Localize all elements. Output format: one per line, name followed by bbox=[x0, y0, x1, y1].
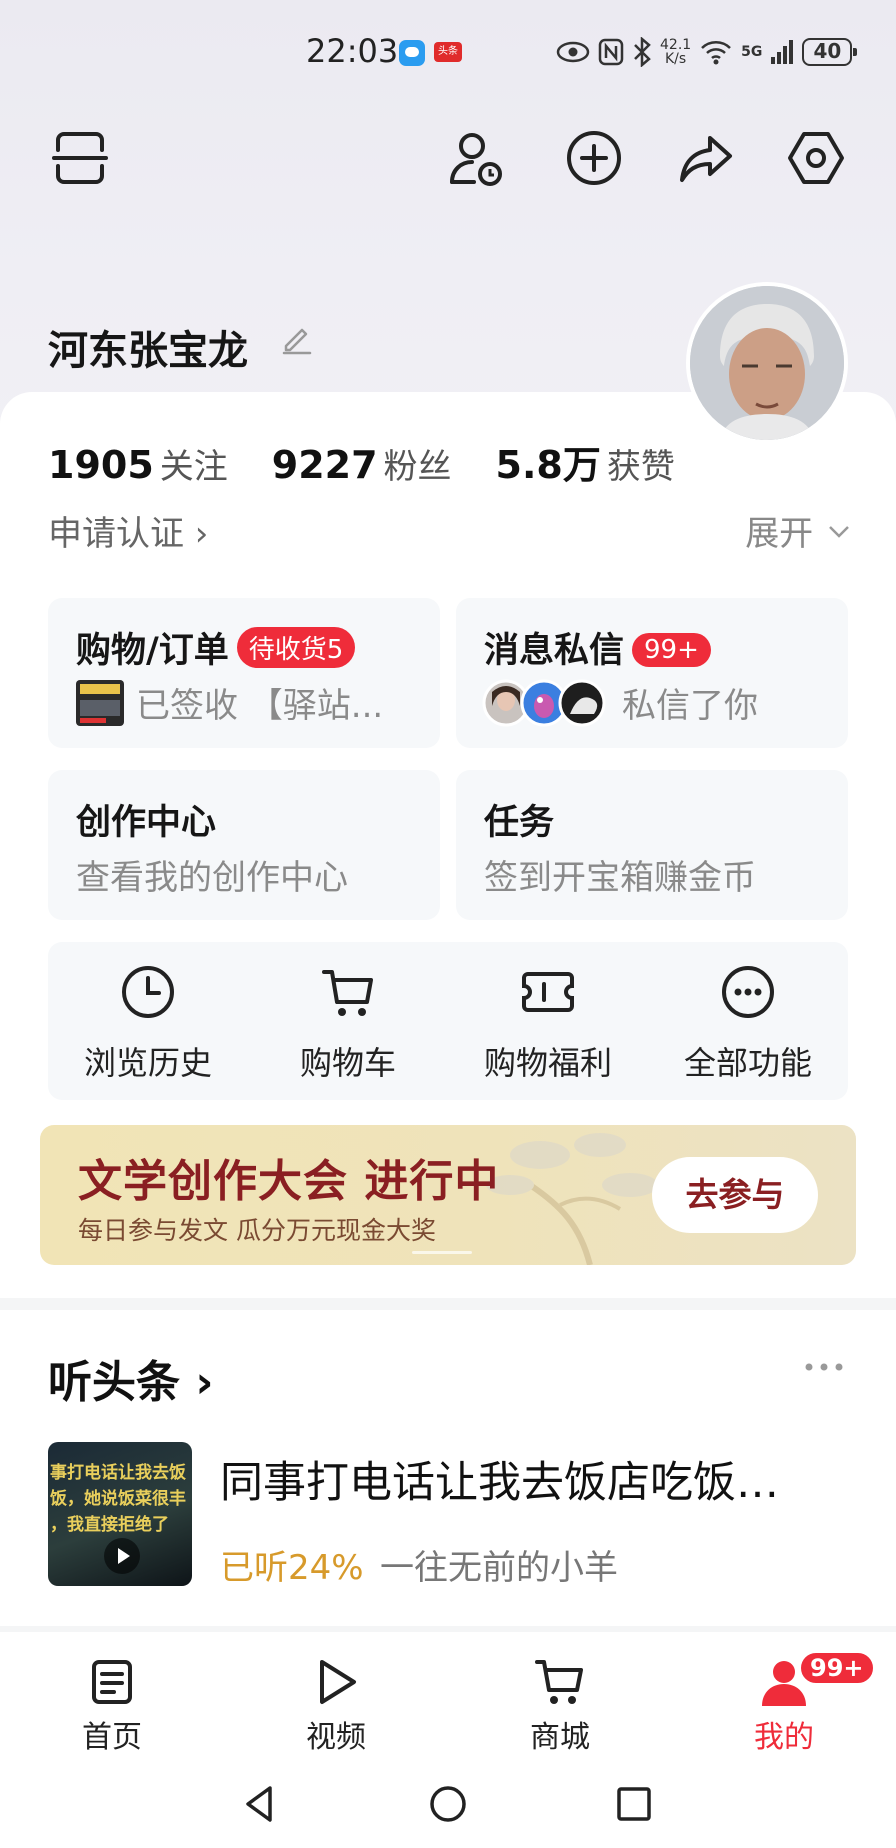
tasks-title: 任务 bbox=[484, 803, 555, 843]
quick-action-label: 购物车 bbox=[299, 1044, 396, 1082]
nav-mall[interactable]: 商城 bbox=[490, 1656, 630, 1756]
quick-action-label: 购物福利 bbox=[483, 1044, 612, 1082]
messages-preview: 私信了你 bbox=[622, 686, 758, 726]
nav-me-badge: 99+ bbox=[798, 1650, 876, 1686]
orders-status: 已签收 【驿站... bbox=[136, 686, 384, 726]
quick-action-label: 全部功能 bbox=[683, 1044, 812, 1082]
pending-delivery-badge: 待收货5 bbox=[236, 627, 356, 668]
quick-action-history[interactable]: 浏览历史 bbox=[48, 964, 248, 1084]
messages-tile[interactable]: 消息私信 99+ 私信了你 bbox=[456, 598, 848, 748]
join-button[interactable]: 去参与 bbox=[652, 1157, 818, 1233]
nav-video[interactable]: 视频 bbox=[266, 1656, 406, 1756]
toutiao-app-icon: 头条 bbox=[434, 42, 462, 62]
section-divider bbox=[0, 1298, 896, 1310]
home-doc-icon bbox=[92, 1660, 132, 1704]
chevron-down-icon bbox=[829, 526, 849, 538]
cart-icon bbox=[322, 970, 373, 1016]
audio-thumbnail[interactable]: 事打电话让我去饭 饭，她说饭菜很丰 ，我直接拒绝了 bbox=[48, 1442, 192, 1586]
quick-action-welfare[interactable]: 购物福利 bbox=[448, 964, 648, 1084]
home-icon[interactable] bbox=[424, 1780, 472, 1828]
stat-likes[interactable]: 5.8万 获赞 bbox=[496, 434, 675, 489]
clock-icon bbox=[122, 966, 174, 1018]
bluetooth-icon bbox=[634, 37, 651, 67]
recents-icon[interactable] bbox=[610, 1780, 658, 1828]
listen-section-title[interactable]: 听头条 › bbox=[48, 1346, 213, 1410]
net-speed: 42.1 K/s bbox=[660, 37, 692, 67]
creator-center-tile[interactable]: 创作中心 查看我的创作中心 bbox=[48, 770, 440, 920]
expand-label: 展开 bbox=[745, 514, 814, 554]
banner-title: 文学创作大会 进行中 bbox=[78, 1156, 500, 1207]
audio-author: 一往无前的小羊 bbox=[380, 1548, 618, 1588]
avatar[interactable] bbox=[686, 282, 848, 444]
messages-badge: 99+ bbox=[632, 633, 711, 667]
thumbnail-caption: 事打电话让我去饭 饭，她说饭菜很丰 ，我直接拒绝了 bbox=[50, 1463, 186, 1535]
stat-followers[interactable]: 9227 粉丝 bbox=[272, 439, 452, 488]
more-options-icon[interactable] bbox=[804, 1362, 844, 1372]
avatar-portrait bbox=[690, 286, 844, 440]
quick-action-all-features[interactable]: 全部功能 bbox=[648, 964, 848, 1084]
creator-center-title: 创作中心 bbox=[76, 803, 217, 843]
edit-icon[interactable] bbox=[280, 322, 314, 356]
nav-me[interactable]: 99+ 我的 bbox=[714, 1650, 876, 1756]
nav-label: 我的 bbox=[754, 1720, 814, 1755]
bottom-nav: 首页 视频 商城 99+ 我的 bbox=[0, 1632, 896, 1758]
play-icon bbox=[320, 1660, 356, 1704]
nav-label: 商城 bbox=[530, 1720, 590, 1755]
nav-home[interactable]: 首页 bbox=[42, 1656, 182, 1756]
apply-verification-link[interactable]: 申请认证 › bbox=[48, 506, 208, 555]
expand-toggle[interactable]: 展开 bbox=[745, 506, 850, 555]
signal-icon bbox=[771, 40, 794, 64]
banner-subtitle: 每日参与发文 瓜分万元现金大奖 bbox=[78, 1216, 436, 1245]
profile-stats: 1905 关注 9227 粉丝 5.8万 获赞 bbox=[48, 434, 675, 489]
order-product-thumbnail bbox=[76, 680, 124, 726]
play-icon[interactable] bbox=[104, 1538, 140, 1574]
plus-circle-icon[interactable] bbox=[564, 128, 624, 188]
eye-icon bbox=[556, 41, 590, 63]
nfc-icon bbox=[598, 38, 624, 66]
scan-icon[interactable] bbox=[50, 128, 110, 188]
wifi-icon bbox=[701, 41, 732, 65]
add-friend-icon[interactable] bbox=[446, 128, 506, 188]
listen-progress: 已听24% bbox=[220, 1548, 364, 1588]
quick-actions: 浏览历史 购物车 购物福利 全部功能 bbox=[48, 942, 848, 1100]
tasks-tile[interactable]: 任务 签到开宝箱赚金币 bbox=[456, 770, 848, 920]
status-right: 42.1 K/s 5G 40 bbox=[556, 34, 858, 70]
carousel-indicator bbox=[412, 1251, 472, 1254]
battery-indicator: 40 bbox=[802, 38, 858, 66]
cart-icon bbox=[535, 1660, 583, 1704]
system-nav-bar bbox=[0, 1758, 896, 1848]
back-icon[interactable] bbox=[236, 1780, 284, 1828]
tasks-subtitle: 签到开宝箱赚金币 bbox=[484, 858, 756, 898]
quick-action-label: 浏览历史 bbox=[83, 1044, 212, 1082]
creator-center-subtitle: 查看我的创作中心 bbox=[76, 858, 348, 898]
pine-tree-decoration bbox=[486, 1133, 658, 1265]
promo-banner[interactable]: 文学创作大会 进行中 每日参与发文 瓜分万元现金大奖 去参与 bbox=[40, 1125, 856, 1265]
status-bar: 22:03 头条 42.1 K/s 5G 40 bbox=[0, 0, 896, 100]
message-app-icon bbox=[399, 40, 425, 66]
nav-label: 首页 bbox=[82, 1720, 142, 1755]
message-sender-avatars bbox=[482, 679, 606, 727]
audio-headline[interactable]: 同事打电话让我去饭店吃饭… bbox=[220, 1448, 850, 1510]
more-icon bbox=[722, 966, 774, 1018]
orders-title: 购物/订单 bbox=[76, 631, 229, 671]
network-type: 5G bbox=[741, 44, 763, 60]
orders-tile[interactable]: 购物/订单 待收货5 已签收 【驿站... bbox=[48, 598, 440, 748]
settings-icon[interactable] bbox=[786, 128, 846, 188]
share-icon[interactable] bbox=[676, 128, 736, 188]
quick-action-cart[interactable]: 购物车 bbox=[248, 964, 448, 1084]
ticket-icon bbox=[522, 972, 574, 1012]
username[interactable]: 河东张宝龙 bbox=[48, 318, 248, 376]
stat-following[interactable]: 1905 关注 bbox=[48, 439, 228, 488]
status-time: 22:03 bbox=[306, 32, 399, 70]
messages-title: 消息私信 bbox=[484, 631, 625, 671]
nav-label: 视频 bbox=[306, 1720, 366, 1755]
